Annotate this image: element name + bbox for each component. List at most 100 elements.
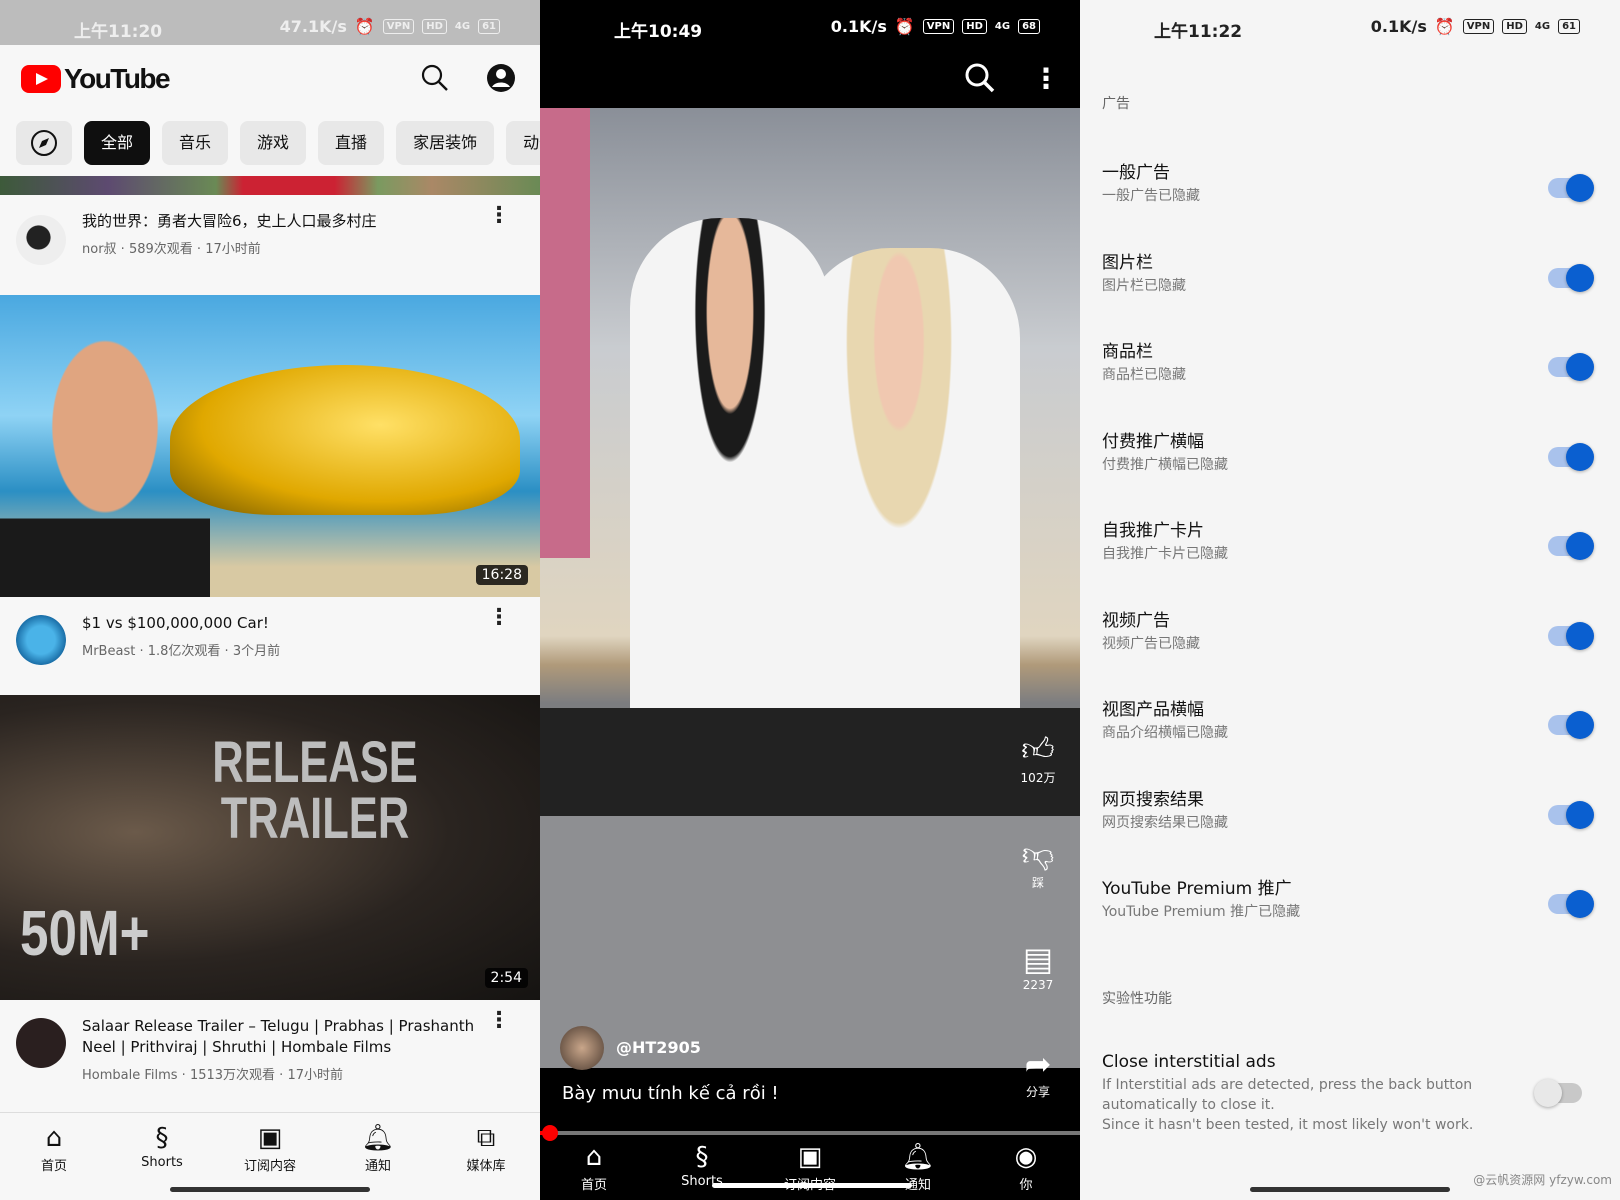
chip-all[interactable]: 全部 — [84, 121, 151, 165]
setting-toggle[interactable] — [1548, 890, 1594, 918]
share-icon: ➦ — [1024, 1045, 1052, 1083]
setting-note: Since it hasn't been tested, it most lik… — [1102, 1117, 1474, 1133]
signal-icon: 4G — [1534, 21, 1551, 32]
setting-item[interactable]: 网页搜索结果 网页搜索结果已隐藏 — [1102, 785, 1620, 833]
like-button[interactable]: 👍︎ 102万 — [1018, 730, 1058, 786]
chip-music[interactable]: 音乐 — [162, 121, 229, 165]
setting-item[interactable]: 一般广告 一般广告已隐藏 — [1102, 158, 1620, 206]
dislike-button[interactable]: 👎︎ 踩 — [1018, 835, 1058, 891]
setting-item[interactable]: 视图产品横幅 商品介绍横幅已隐藏 — [1102, 695, 1620, 743]
battery-icon: 68 — [1018, 19, 1040, 34]
video-thumbnail[interactable]: 16:28 — [0, 295, 540, 597]
setting-item[interactable]: 图片栏 图片栏已隐藏 — [1102, 248, 1620, 296]
video-duration: 2:54 — [484, 968, 528, 988]
alarm-icon: ⏰ — [894, 17, 915, 36]
short-video-player[interactable] — [540, 108, 1080, 1068]
channel-avatar[interactable] — [16, 1018, 66, 1068]
battery-icon: 61 — [1558, 19, 1580, 34]
setting-item[interactable]: 付费推广横幅 付费推广横幅已隐藏 — [1102, 427, 1620, 475]
setting-item[interactable]: 自我推广卡片 自我推广卡片已隐藏 — [1102, 516, 1620, 564]
toggle-knob — [1566, 532, 1594, 560]
setting-toggle[interactable] — [1548, 263, 1594, 292]
setting-toggle[interactable] — [1548, 532, 1594, 560]
scene-floor — [540, 708, 1080, 1068]
thumbs-down-icon: 👎︎ — [1021, 835, 1055, 873]
setting-item[interactable]: 商品栏 商品栏已隐藏 — [1102, 337, 1620, 385]
video-title: 我的世界：勇者大冒险6，史上人口最多村庄 — [82, 212, 377, 230]
status-time: 上午10:49 — [614, 22, 703, 42]
chip-home-decor[interactable]: 家居装饰 — [396, 121, 495, 165]
nav-notifications[interactable]: 🔔︎ 通知 — [868, 1138, 968, 1200]
nav-label: 首页 — [40, 1159, 67, 1174]
dislike-label: 踩 — [1031, 876, 1044, 890]
video-duration: 16:28 — [475, 565, 528, 585]
toggle-knob — [1566, 442, 1594, 471]
setting-toggle[interactable] — [1548, 711, 1594, 739]
setting-toggle[interactable] — [1548, 442, 1594, 471]
ad-settings-screen: 上午11:22 0.1K/s ⏰ VPN HD 4G 61 广告 一般广告 一般广告已隐藏图… — [1080, 0, 1620, 1200]
nav-label: 你 — [1019, 1178, 1033, 1193]
bottom-nav: ⌂首页 §Shorts ▣订阅内容 🔔︎通知 ◉你 — [540, 1138, 1080, 1200]
setting-item[interactable]: 视频广告 视频广告已隐藏 — [1102, 606, 1620, 654]
setting-toggle[interactable] — [1548, 174, 1594, 202]
channel-avatar[interactable] — [16, 215, 66, 265]
nav-you[interactable]: ◉ 你 — [976, 1138, 1076, 1200]
thumbnail-badge: 50M+ — [20, 897, 150, 969]
setting-description: 网页搜索结果已隐藏 — [1102, 814, 1228, 831]
video-thumbnail[interactable] — [0, 176, 540, 195]
setting-toggle[interactable] — [1548, 353, 1594, 381]
search-button[interactable] — [962, 60, 998, 96]
nav-label: 订阅内容 — [243, 1159, 296, 1174]
more-options-icon[interactable]: ⋮ — [488, 605, 510, 630]
setting-title: 视频广告 — [1102, 610, 1170, 631]
chip-gaming[interactable]: 游戏 — [240, 121, 307, 165]
video-thumbnail[interactable]: RELEASE TRAILER 50M+ 2:54 — [0, 695, 540, 1000]
video-item[interactable]: $1 vs $100,000,000 Car! MrBeast · 1.8亿次观… — [0, 597, 540, 695]
comments-button[interactable]: ▤ 2237 — [1018, 940, 1058, 992]
signal-icon: 4G — [454, 21, 471, 32]
setting-item[interactable]: YouTube Premium 推广 YouTube Premium 推广已隐藏 — [1102, 874, 1620, 922]
channel-avatar[interactable] — [560, 1026, 604, 1070]
setting-toggle[interactable] — [1548, 800, 1594, 829]
more-options-icon[interactable]: ⋮ — [488, 1008, 510, 1033]
search-icon — [421, 64, 448, 91]
toggle-close-interstitial-ads[interactable] — [1534, 1079, 1582, 1107]
channel-avatar[interactable] — [16, 615, 66, 665]
hd-badge: HD — [422, 19, 447, 34]
progress-bar[interactable] — [540, 1125, 1080, 1141]
toggle-knob — [1566, 353, 1594, 381]
video-item[interactable]: 我的世界：勇者大冒险6，史上人口最多村庄 nor叔 · 589次观看 · 17小… — [0, 195, 540, 295]
account-button[interactable] — [484, 61, 518, 95]
youtube-logo[interactable]: YouTube — [21, 63, 171, 95]
setting-title: 视图产品横幅 — [1102, 700, 1204, 720]
video-item[interactable]: Salaar Release Trailer – Telugu | Prabha… — [0, 1000, 540, 1112]
search-button[interactable] — [418, 61, 452, 95]
home-icon: ⌂ — [585, 1142, 603, 1172]
net-speed: 0.1K/s — [1370, 17, 1427, 36]
section-header-ads: 广告 — [1102, 96, 1130, 112]
status-time: 上午11:22 — [1154, 22, 1243, 42]
more-options-icon[interactable]: ⋮ — [488, 203, 510, 228]
nav-subscriptions[interactable]: ▣订阅内容 — [760, 1138, 860, 1200]
share-button[interactable]: ➦ 分享 — [1018, 1045, 1058, 1100]
setting-title: 付费推广横幅 — [1102, 431, 1204, 452]
nav-shorts[interactable]: § Shorts — [652, 1138, 752, 1200]
bell-icon: 🔔︎ — [361, 1123, 395, 1153]
explore-chip[interactable] — [16, 121, 72, 165]
video-meta: Hombale Films · 1513万次观看 · 17小时前 — [82, 1068, 343, 1083]
more-options-icon[interactable]: ⋮ — [1032, 60, 1060, 96]
chip-live[interactable]: 直播 — [318, 121, 385, 165]
signal-icon: 4G — [994, 21, 1011, 32]
net-speed: 0.1K/s — [830, 17, 887, 36]
toggle-knob — [1566, 711, 1594, 739]
nav-library[interactable]: ⧉ 媒体库 — [436, 1113, 536, 1200]
status-bar: 上午11:22 0.1K/s ⏰ VPN HD 4G 61 — [1080, 0, 1620, 45]
setting-toggle[interactable] — [1548, 621, 1594, 650]
nav-home[interactable]: ⌂ 首页 — [544, 1138, 644, 1200]
channel-handle[interactable]: @HT2905 — [616, 1038, 701, 1057]
youtube-home-screen: 上午11:20 47.1K/s ⏰ VPN HD 4G 61 YouTube 全部 音乐 … — [0, 0, 540, 1200]
chip-action[interactable]: 动作 — [506, 121, 540, 165]
nav-home[interactable]: ⌂ 首页 — [4, 1113, 104, 1200]
toggle-knob — [1566, 174, 1594, 202]
account-icon: ◉ — [1014, 1142, 1038, 1172]
